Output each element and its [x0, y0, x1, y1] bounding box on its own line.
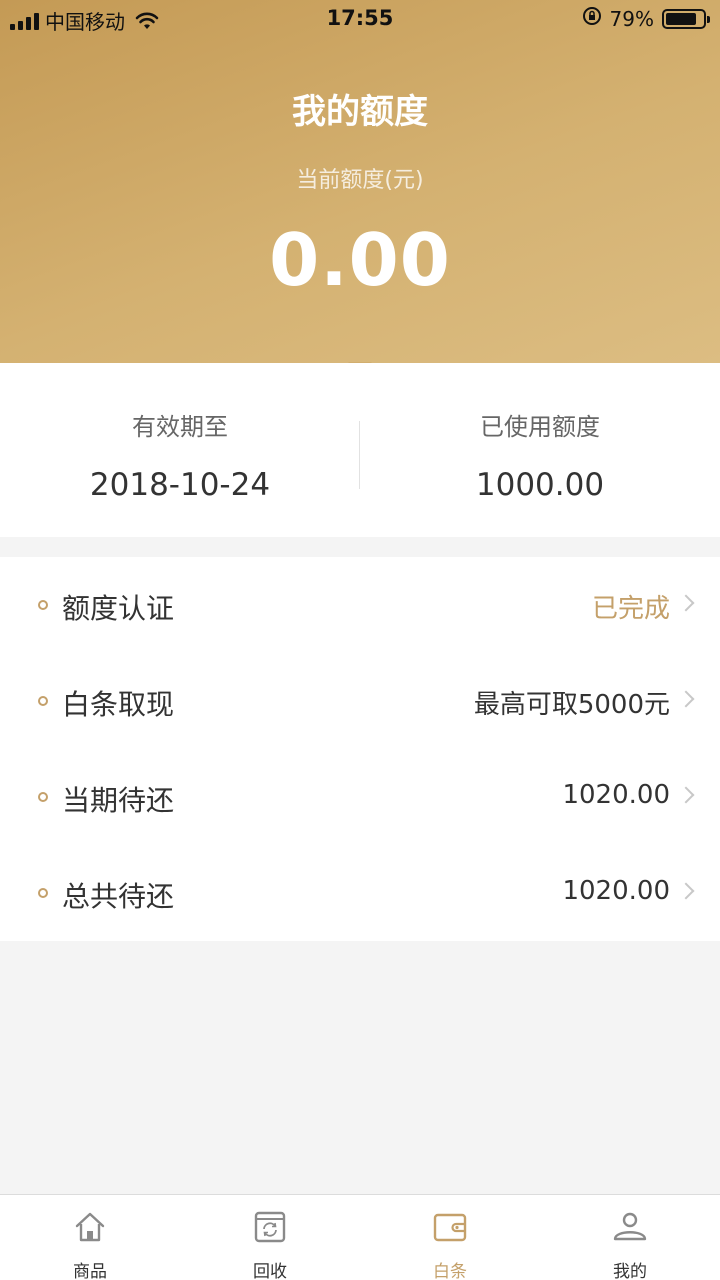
battery-percent: 79%	[609, 6, 654, 31]
profile-icon	[612, 1209, 648, 1245]
list-item-value: 1020.00	[562, 780, 670, 810]
chevron-right-icon	[677, 690, 695, 708]
bullet-icon	[38, 600, 48, 610]
current-quota-value: 0.00	[269, 218, 451, 302]
recycle-icon	[252, 1209, 288, 1245]
page-title: 我的额度	[292, 92, 428, 132]
orientation-lock-icon	[582, 6, 602, 31]
tab-bar: 商品 回收 白条 我的	[0, 1194, 720, 1280]
valid-until-section: 有效期至 2018-10-24	[0, 363, 360, 537]
tab-label: 我的	[613, 1262, 647, 1280]
used-quota-value: 1000.00	[475, 467, 605, 503]
tab-credit[interactable]: 白条	[360, 1195, 540, 1280]
tab-recycle[interactable]: 回收	[180, 1195, 360, 1280]
list-item-value: 已完成	[591, 594, 670, 624]
status-bar: 中国移动 17:55 79%	[0, 0, 720, 38]
bullet-icon	[38, 792, 48, 802]
current-quota-label: 当前额度(元)	[296, 168, 424, 193]
list-item-label: 总共待还	[62, 880, 175, 913]
bullet-icon	[38, 888, 48, 898]
list-item-total-due[interactable]: 总共待还 1020.00	[0, 845, 720, 941]
list-item-quota-certification[interactable]: 额度认证 已完成	[0, 557, 720, 653]
chevron-right-icon	[677, 882, 695, 900]
valid-until-value: 2018-10-24	[89, 467, 271, 503]
status-right: 79%	[582, 6, 710, 31]
wallet-icon	[432, 1209, 468, 1245]
tab-label: 白条	[433, 1262, 467, 1280]
tab-label: 回收	[253, 1262, 287, 1280]
list-item-current-due[interactable]: 当期待还 1020.00	[0, 749, 720, 845]
tab-products[interactable]: 商品	[0, 1195, 180, 1280]
home-icon	[72, 1209, 108, 1245]
menu-list: 额度认证 已完成 白条取现 最高可取5000元 当期待还 1020.00 总共待…	[0, 557, 720, 941]
bullet-icon	[38, 696, 48, 706]
list-item-label: 白条取现	[62, 688, 175, 721]
battery-icon	[662, 8, 710, 29]
tab-me[interactable]: 我的	[540, 1195, 720, 1280]
used-quota-section: 已使用额度 1000.00	[360, 363, 720, 537]
list-item-label: 当期待还	[62, 784, 175, 817]
used-quota-label: 已使用额度	[480, 413, 600, 441]
list-item-label: 额度认证	[62, 592, 175, 625]
valid-until-label: 有效期至	[132, 413, 228, 441]
list-item-cash-withdrawal[interactable]: 白条取现 最高可取5000元	[0, 653, 720, 749]
chevron-right-icon	[677, 594, 695, 612]
header: 中国移动 17:55 79% 我的额度 当前额度(元) 0.00	[0, 0, 720, 363]
tab-label: 商品	[73, 1262, 107, 1280]
list-item-value: 1020.00	[562, 876, 670, 906]
chevron-right-icon	[677, 786, 695, 804]
quota-info-panel: 有效期至 2018-10-24 已使用额度 1000.00	[0, 363, 720, 537]
list-item-value: 最高可取5000元	[473, 690, 670, 720]
